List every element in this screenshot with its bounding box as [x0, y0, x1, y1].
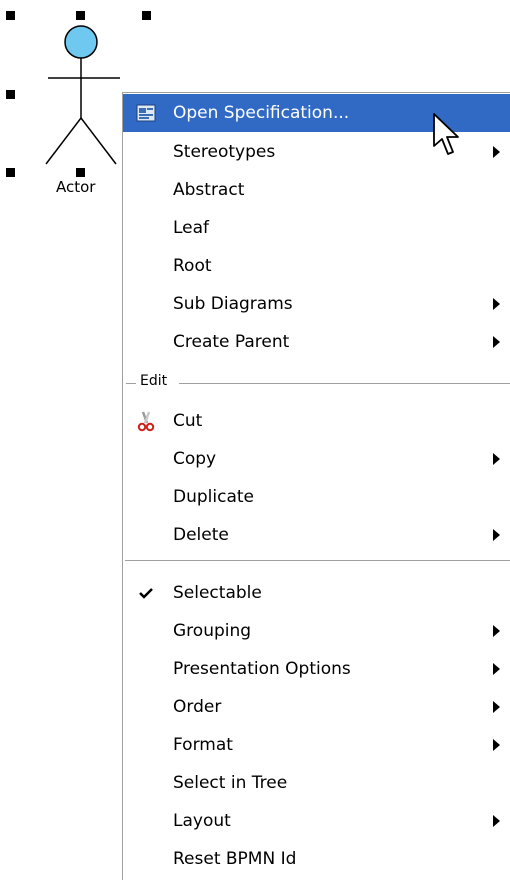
menu-item-copy[interactable]: Copy [123, 440, 510, 478]
submenu-arrow-icon [493, 625, 500, 637]
menu-item-label: Order [173, 697, 222, 717]
mouse-cursor-icon [433, 113, 459, 155]
submenu-arrow-icon [493, 663, 500, 675]
menu-item-label: Stereotypes [173, 142, 276, 162]
menu-item-order[interactable]: Order [123, 688, 510, 726]
checkmark-icon [139, 588, 153, 599]
submenu-arrow-icon [493, 453, 500, 465]
menu-item-label: Leaf [173, 218, 210, 238]
menu-item-label: Grouping [173, 621, 252, 641]
menu-item-abstract[interactable]: Abstract [123, 171, 510, 209]
selection-handle-top-right[interactable] [142, 11, 151, 20]
menu-item-cut[interactable]: Cut [123, 402, 510, 440]
scissors-icon [137, 411, 155, 432]
menu-item-label: Create Parent [173, 332, 290, 352]
menu-item-label: Layout [173, 811, 231, 831]
menu-item-sub-diagrams[interactable]: Sub Diagrams [123, 285, 510, 323]
submenu-arrow-icon [493, 739, 500, 751]
menu-item-delete[interactable]: Delete [123, 516, 510, 554]
menu-item-reset-bpmn-id[interactable]: Reset BPMN Id [123, 840, 510, 878]
menu-item-label: Abstract [173, 180, 245, 200]
menu-item-label: Delete [173, 525, 229, 545]
menu-item-label: Presentation Options [173, 659, 351, 679]
menu-item-label: Duplicate [173, 487, 254, 507]
edit-group-label: Edit [138, 373, 170, 389]
selection-handle-bottom-left[interactable] [6, 168, 15, 177]
menu-item-leaf[interactable]: Leaf [123, 209, 510, 247]
edit-group-header: Edit [123, 371, 510, 393]
actor-head [64, 25, 98, 59]
actor-shape[interactable] [40, 18, 130, 198]
specification-icon [136, 104, 156, 122]
actor-label: Actor [56, 178, 96, 196]
menu-item-label: Selectable [173, 583, 262, 603]
menu-item-label: Root [173, 256, 212, 276]
submenu-arrow-icon [493, 298, 500, 310]
menu-item-create-parent[interactable]: Create Parent [123, 323, 510, 361]
context-menu: Open Specification... Stereotypes Abstra… [122, 92, 510, 880]
selection-handle-top-left[interactable] [6, 11, 15, 20]
menu-separator [125, 560, 510, 564]
menu-item-label: Format [173, 735, 233, 755]
menu-item-selectable[interactable]: Selectable [123, 574, 510, 612]
submenu-arrow-icon [493, 701, 500, 713]
menu-item-label: Sub Diagrams [173, 294, 293, 314]
submenu-arrow-icon [493, 815, 500, 827]
menu-item-root[interactable]: Root [123, 247, 510, 285]
menu-item-select-in-tree[interactable]: Select in Tree [123, 764, 510, 802]
menu-item-label: Copy [173, 449, 217, 469]
menu-item-grouping[interactable]: Grouping [123, 612, 510, 650]
menu-item-label: Reset BPMN Id [173, 849, 297, 869]
menu-item-duplicate[interactable]: Duplicate [123, 478, 510, 516]
menu-item-presentation-options[interactable]: Presentation Options [123, 650, 510, 688]
submenu-arrow-icon [493, 336, 500, 348]
menu-item-label: Cut [173, 411, 203, 431]
menu-item-label: Open Specification... [173, 103, 350, 123]
diagram-canvas[interactable]: Actor Open Specification... Stereotypes … [0, 0, 510, 880]
selection-handle-middle-left[interactable] [6, 90, 15, 99]
group-header-line [179, 383, 510, 384]
submenu-arrow-icon [493, 146, 500, 158]
menu-item-layout[interactable]: Layout [123, 802, 510, 840]
menu-item-format[interactable]: Format [123, 726, 510, 764]
submenu-arrow-icon [493, 529, 500, 541]
menu-item-label: Select in Tree [173, 773, 288, 793]
group-header-line-left [126, 383, 136, 384]
